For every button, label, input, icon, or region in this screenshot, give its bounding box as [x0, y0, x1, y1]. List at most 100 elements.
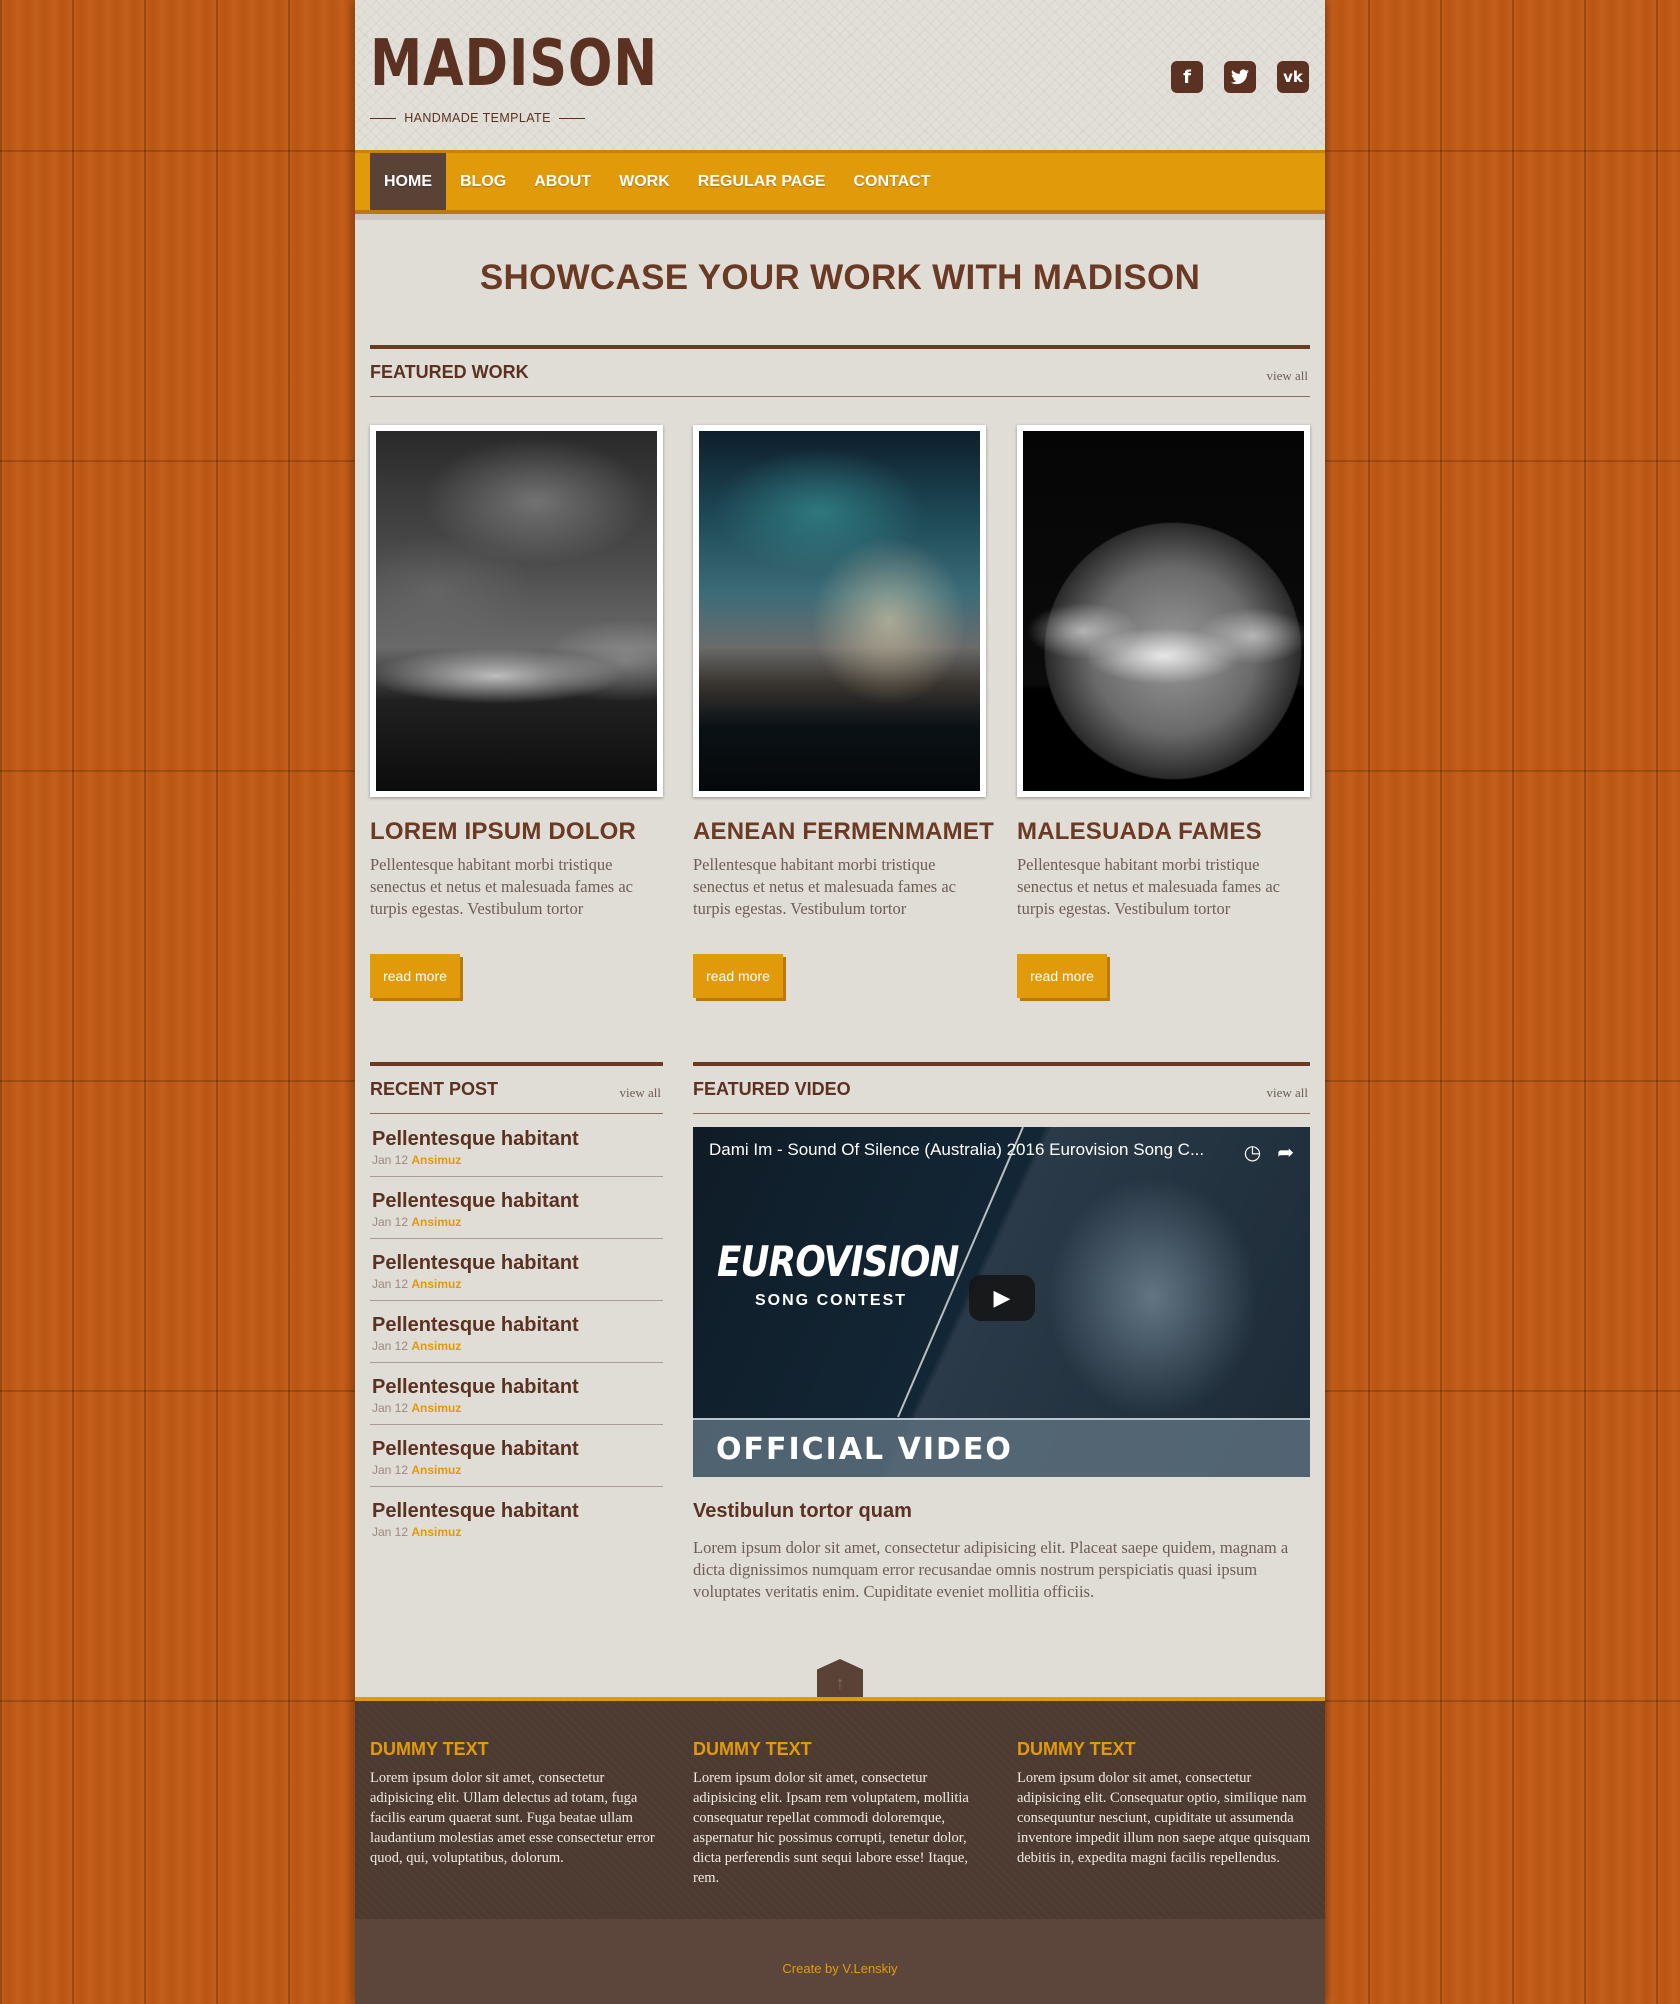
footer-column-text: Lorem ipsum dolor sit amet, consectetur … [1017, 1770, 1311, 1866]
work-card: AENEAN FERMENMAMET Pellentesque habitant… [693, 425, 994, 998]
featured-work-header: FEATURED WORK view all [370, 345, 1310, 397]
tagline-text: HANDMADE TEMPLATE [404, 111, 551, 125]
watch-later-icon[interactable]: ◷ [1244, 1140, 1261, 1165]
tagline-rule-right [558, 117, 586, 119]
post-date: Jan 12 [372, 1153, 409, 1167]
list-item: Pellentesque habitant Jan 12 Ansimuz [370, 1487, 663, 1549]
list-item: Pellentesque habitant Jan 12 Ansimuz [370, 1301, 663, 1363]
hero-title: SHOWCASE YOUR WORK WITH MADISON [479, 258, 1201, 297]
work-excerpt: Pellentesque habitant morbi tristique se… [693, 855, 956, 918]
play-button[interactable]: ▶ [969, 1275, 1035, 1321]
view-all-link[interactable]: view all [1266, 368, 1308, 384]
copyright-bar: Create by V.Lenskiy [355, 1919, 1325, 2004]
work-card: LOREM IPSUM DOLOR Pellentesque habitant … [370, 425, 663, 998]
view-all-link[interactable]: view all [619, 1085, 661, 1101]
work-excerpt: Pellentesque habitant morbi tristique se… [370, 855, 633, 918]
nav-item-about[interactable]: ABOUT [520, 153, 605, 210]
vk-icon[interactable]: vk [1277, 61, 1309, 93]
logo-text: MADISON [370, 27, 658, 101]
work-thumbnail[interactable] [1017, 425, 1310, 797]
recent-post-list: Pellentesque habitant Jan 12 Ansimuz Pel… [370, 1115, 663, 1549]
nav-divider [355, 214, 1325, 220]
video-title[interactable]: Dami Im - Sound Of Silence (Australia) 2… [709, 1140, 1204, 1160]
post-author[interactable]: Ansimuz [411, 1463, 461, 1477]
footer-column-text: Lorem ipsum dolor sit amet, consectetur … [693, 1770, 969, 1886]
post-author[interactable]: Ansimuz [411, 1401, 461, 1415]
eurovision-logo: EUROVISION [717, 1237, 959, 1286]
post-meta: Jan 12 Ansimuz [372, 1215, 663, 1229]
footer-column-title: DUMMY TEXT [693, 1739, 812, 1759]
video-banner: OFFICIAL VIDEO [693, 1418, 1310, 1477]
section-title: RECENT POST [370, 1079, 499, 1099]
featured-video-header: FEATURED VIDEO view all [693, 1062, 1310, 1114]
post-date: Jan 12 [372, 1401, 409, 1415]
work-excerpt: Pellentesque habitant morbi tristique se… [1017, 855, 1280, 918]
copyright-text[interactable]: Create by V.Lenskiy [782, 1961, 897, 1976]
post-date: Jan 12 [372, 1339, 409, 1353]
post-meta: Jan 12 Ansimuz [372, 1525, 663, 1539]
post-meta: Jan 12 Ansimuz [372, 1339, 663, 1353]
footer-column-title: DUMMY TEXT [370, 1739, 489, 1759]
video-controls: ◷ ➦ [1244, 1140, 1294, 1165]
list-item: Pellentesque habitant Jan 12 Ansimuz [370, 1115, 663, 1177]
post-date: Jan 12 [372, 1463, 409, 1477]
eurovision-subtitle: SONG CONTEST [755, 1292, 908, 1309]
site-logo[interactable]: MADISON HANDMADE TEMPLATE [370, 27, 658, 125]
footer-column: DUMMY TEXT Lorem ipsum dolor sit amet, c… [693, 1739, 993, 1888]
read-more-button[interactable]: read more [693, 954, 783, 998]
post-date: Jan 12 [372, 1525, 409, 1539]
list-item: Pellentesque habitant Jan 12 Ansimuz [370, 1239, 663, 1301]
nav-item-regular-page[interactable]: REGULAR PAGE [684, 153, 840, 210]
recent-post-header: RECENT POST view all [370, 1062, 663, 1114]
work-thumbnail[interactable] [370, 425, 663, 797]
work-thumbnail[interactable] [693, 425, 986, 797]
post-author[interactable]: Ansimuz [411, 1277, 461, 1291]
post-title[interactable]: Pellentesque habitant [372, 1500, 663, 1523]
facebook-icon[interactable]: f [1171, 61, 1203, 93]
mountain-aurora-image [699, 431, 980, 791]
post-meta: Jan 12 Ansimuz [372, 1463, 663, 1477]
post-author[interactable]: Ansimuz [411, 1525, 461, 1539]
work-card: MALESUADA FAMES Pellentesque habitant mo… [1017, 425, 1310, 998]
share-icon[interactable]: ➦ [1277, 1140, 1294, 1165]
nav-item-work[interactable]: WORK [605, 153, 684, 210]
read-more-button[interactable]: read more [370, 954, 460, 998]
list-item: Pellentesque habitant Jan 12 Ansimuz [370, 1177, 663, 1239]
list-item: Pellentesque habitant Jan 12 Ansimuz [370, 1425, 663, 1487]
post-meta: Jan 12 Ansimuz [372, 1153, 663, 1167]
section-title: FEATURED VIDEO [693, 1079, 851, 1099]
post-author[interactable]: Ansimuz [411, 1215, 461, 1229]
space-landscape-image [376, 431, 657, 791]
back-to-top-button[interactable]: ↑ [817, 1659, 863, 1701]
view-all-link[interactable]: view all [1266, 1085, 1308, 1101]
work-title: MALESUADA FAMES [1017, 818, 1262, 845]
post-author[interactable]: Ansimuz [411, 1153, 461, 1167]
post-meta: Jan 12 Ansimuz [372, 1401, 663, 1415]
video-heading: Vestibulun tortor quam [693, 1500, 912, 1522]
work-title: AENEAN FERMENMAMET [693, 818, 994, 845]
main-nav: HOME BLOG ABOUT WORK REGULAR PAGE CONTAC… [355, 150, 1325, 214]
post-author[interactable]: Ansimuz [411, 1339, 461, 1353]
post-title[interactable]: Pellentesque habitant [372, 1190, 663, 1213]
site-footer: DUMMY TEXT Lorem ipsum dolor sit amet, c… [355, 1697, 1325, 1919]
nav-item-home[interactable]: HOME [370, 153, 446, 210]
section-title: FEATURED WORK [370, 362, 529, 382]
twitter-icon[interactable] [1224, 61, 1256, 93]
planet-clouds-image [1023, 431, 1304, 791]
read-more-button[interactable]: read more [1017, 954, 1107, 998]
post-title[interactable]: Pellentesque habitant [372, 1252, 663, 1275]
footer-column: DUMMY TEXT Lorem ipsum dolor sit amet, c… [1017, 1739, 1317, 1868]
list-item: Pellentesque habitant Jan 12 Ansimuz [370, 1363, 663, 1425]
nav-item-contact[interactable]: CONTACT [839, 153, 944, 210]
post-date: Jan 12 [372, 1277, 409, 1291]
nav-item-blog[interactable]: BLOG [446, 153, 520, 210]
post-title[interactable]: Pellentesque habitant [372, 1438, 663, 1461]
video-banner-text: OFFICIAL VIDEO [716, 1432, 1013, 1467]
post-title[interactable]: Pellentesque habitant [372, 1314, 663, 1337]
post-title[interactable]: Pellentesque habitant [372, 1376, 663, 1399]
post-date: Jan 12 [372, 1215, 409, 1229]
post-title[interactable]: Pellentesque habitant [372, 1128, 663, 1151]
video-player[interactable]: Dami Im - Sound Of Silence (Australia) 2… [693, 1127, 1310, 1477]
work-title: LOREM IPSUM DOLOR [370, 818, 637, 845]
footer-column-text: Lorem ipsum dolor sit amet, consectetur … [370, 1770, 655, 1866]
